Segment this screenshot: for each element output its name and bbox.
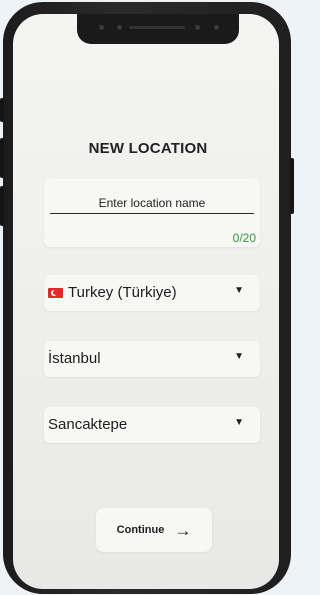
district-select-label: Sancaktepe bbox=[48, 416, 128, 433]
camera-dot bbox=[117, 25, 122, 30]
power-button bbox=[290, 158, 294, 214]
location-name-card: 0/20 bbox=[44, 179, 260, 247]
character-counter: 0/20 bbox=[232, 231, 256, 245]
mute-switch bbox=[0, 98, 4, 122]
continue-button-label: Continue bbox=[116, 524, 165, 536]
sensor-dot bbox=[99, 25, 104, 30]
city-select[interactable]: İstanbul ▼ bbox=[44, 341, 260, 377]
speaker-grille bbox=[129, 26, 185, 29]
caret-down-icon: ▼ bbox=[234, 351, 244, 362]
city-select-label: İstanbul bbox=[48, 350, 101, 367]
turkey-flag-icon bbox=[48, 287, 63, 298]
district-select[interactable]: Sancaktepe ▼ bbox=[44, 407, 260, 443]
continue-button[interactable]: Continue → bbox=[96, 508, 212, 552]
volume-down-button bbox=[0, 186, 4, 226]
page-title: NEW LOCATION bbox=[88, 140, 208, 157]
country-select[interactable]: Turkey (Türkiye) ▼ bbox=[44, 275, 260, 311]
arrow-right-icon: → bbox=[174, 520, 192, 540]
caret-down-icon: ▼ bbox=[234, 285, 244, 296]
caret-down-icon: ▼ bbox=[234, 417, 244, 428]
notch bbox=[77, 14, 239, 44]
sensor-dot bbox=[195, 25, 200, 30]
country-select-label: Turkey (Türkiye) bbox=[68, 284, 177, 301]
sensor-dot bbox=[214, 25, 219, 30]
location-name-input[interactable] bbox=[50, 193, 254, 214]
